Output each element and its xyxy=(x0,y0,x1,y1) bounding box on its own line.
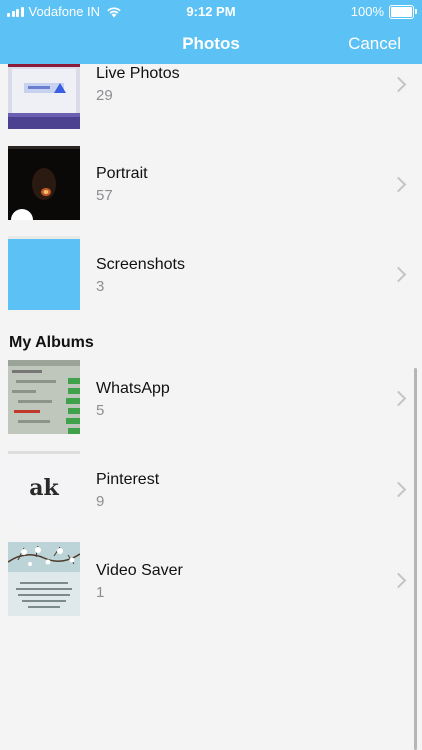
album-name: Portrait xyxy=(96,165,148,182)
cancel-button[interactable]: Cancel xyxy=(348,34,401,54)
chevron-right-icon xyxy=(390,176,407,193)
album-count: 5 xyxy=(96,402,105,419)
header: Vodafone IN 9:12 PM 100% Photos Cancel xyxy=(0,0,422,64)
album-count: 29 xyxy=(96,87,113,104)
album-thumbnail-portrait xyxy=(8,146,80,220)
album-thumbnail-live-photos xyxy=(8,64,80,129)
album-row-pinterest[interactable]: ak Pinterest 9 xyxy=(0,451,422,525)
status-right: 100% xyxy=(350,4,417,19)
album-thumbnail-pinterest: ak xyxy=(8,451,80,525)
chevron-right-icon xyxy=(390,481,407,498)
chevron-right-icon xyxy=(390,76,407,93)
album-list[interactable]: Live Photos 29 Portrait 57 Screenshots 3… xyxy=(0,64,422,750)
chevron-right-icon xyxy=(390,572,407,589)
album-row-screenshots[interactable]: Screenshots 3 xyxy=(0,236,422,310)
battery-percentage: 100% xyxy=(350,4,384,19)
album-name: Live Photos xyxy=(96,65,180,82)
album-name: WhatsApp xyxy=(96,380,170,397)
album-thumbnail-screenshots xyxy=(8,236,80,310)
album-row-portrait[interactable]: Portrait 57 xyxy=(0,146,422,220)
chevron-right-icon xyxy=(390,266,407,283)
video-saver-thumbnail-image xyxy=(8,542,80,616)
album-row-video-saver[interactable]: Video Saver 1 xyxy=(0,542,422,616)
portrait-thumbnail-image xyxy=(8,146,80,220)
album-count: 1 xyxy=(96,584,105,601)
live-photos-thumbnail-image xyxy=(8,64,80,129)
status-bar: Vodafone IN 9:12 PM 100% xyxy=(0,0,422,22)
album-count: 9 xyxy=(96,493,105,510)
section-title-my-albums: My Albums xyxy=(9,334,94,351)
screenshots-thumbnail-image xyxy=(8,236,80,310)
album-count: 3 xyxy=(96,278,105,295)
album-name: Video Saver xyxy=(96,562,183,579)
album-thumbnail-video-saver xyxy=(8,542,80,616)
album-count: 57 xyxy=(96,187,113,204)
album-name: Screenshots xyxy=(96,256,185,273)
album-name: Pinterest xyxy=(96,471,160,488)
pinterest-logo-text: ak xyxy=(29,475,59,501)
album-row-live-photos[interactable]: Live Photos 29 xyxy=(0,64,422,129)
whatsapp-thumbnail-image xyxy=(8,360,80,434)
album-thumbnail-whatsapp xyxy=(8,360,80,434)
chevron-right-icon xyxy=(390,390,407,407)
scrollbar[interactable] xyxy=(414,368,417,750)
album-row-whatsapp[interactable]: WhatsApp 5 xyxy=(0,360,422,434)
battery-icon xyxy=(389,4,417,19)
